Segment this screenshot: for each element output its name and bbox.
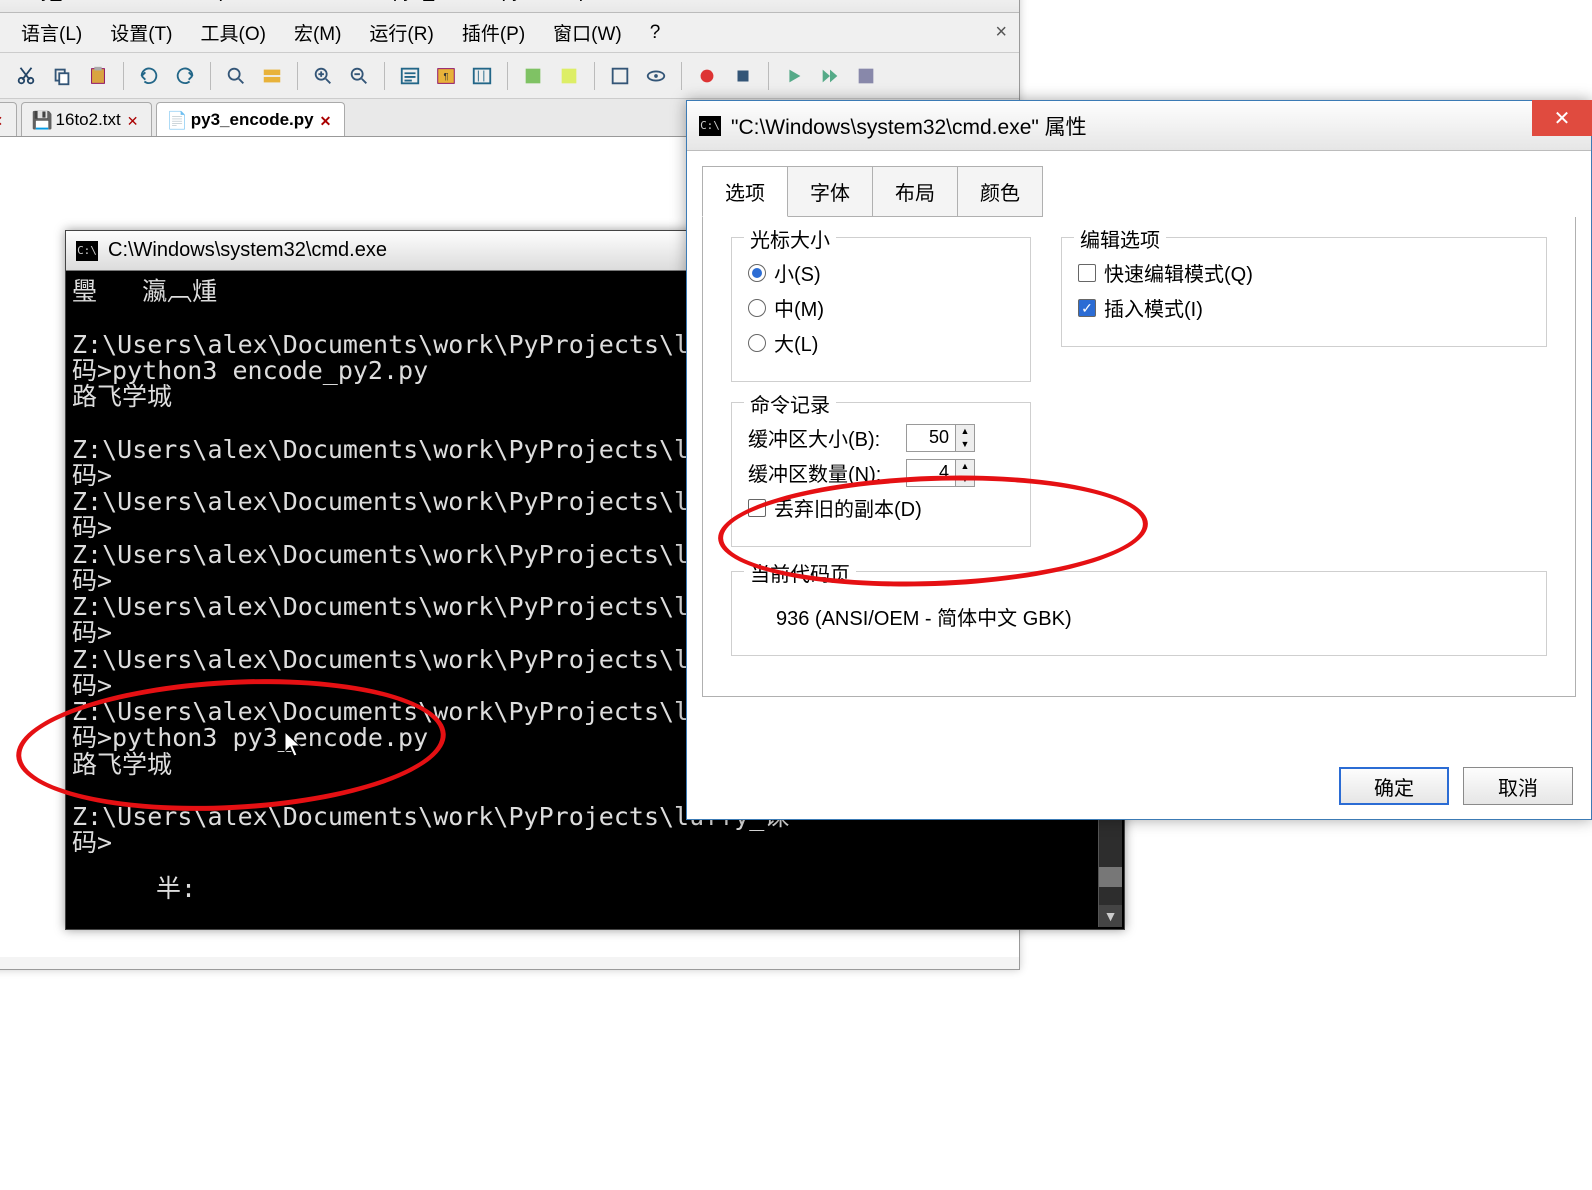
npp-toolbar: ¶ — [0, 53, 1019, 99]
toolbar-record-icon[interactable] — [692, 61, 722, 91]
tab-close-icon[interactable]: ✕ — [0, 113, 6, 127]
checkbox-icon — [1078, 299, 1096, 317]
toolbar-wrap-icon[interactable] — [395, 61, 425, 91]
toolbar-zoomout-icon[interactable] — [344, 61, 374, 91]
cancel-button[interactable]: 取消 — [1463, 767, 1573, 805]
radio-large[interactable]: 大(L) — [748, 328, 1014, 357]
scroll-thumb[interactable] — [1099, 867, 1122, 887]
menubar-close-icon[interactable]: × — [995, 21, 1007, 44]
file-icon: 📄 — [167, 111, 185, 129]
save-icon: 💾 — [32, 111, 50, 129]
spin-up-icon[interactable]: ▲ — [956, 460, 974, 473]
npp-menubar: 语言(L) 设置(T) 工具(O) 宏(M) 运行(R) 插件(P) 窗口(W)… — [0, 13, 1019, 53]
toolbar-stop-icon[interactable] — [728, 61, 758, 91]
menu-plugins[interactable]: 插件(P) — [462, 19, 525, 46]
group-title: 命令记录 — [744, 389, 836, 418]
menu-help[interactable]: ? — [650, 22, 661, 44]
radio-icon — [748, 334, 766, 352]
menu-tools[interactable]: 工具(O) — [201, 19, 266, 46]
svg-text:¶: ¶ — [444, 71, 449, 81]
toolbar-zoomin-icon[interactable] — [308, 61, 338, 91]
tab-label: py3_encode.py — [191, 110, 314, 130]
cmd-icon: C:\ — [76, 241, 98, 261]
radio-label: 大(L) — [774, 328, 818, 357]
tab-font[interactable]: 字体 — [787, 166, 873, 217]
radio-label: 中(M) — [774, 293, 824, 322]
radio-icon — [748, 264, 766, 282]
props-pane: 光标大小 小(S) 中(M) 大(L) 命令记录 — [702, 217, 1576, 697]
checkbox-icon — [1078, 264, 1096, 282]
menu-settings[interactable]: 设置(T) — [110, 19, 172, 46]
tab-colors[interactable]: 颜色 — [957, 166, 1043, 217]
toolbar-unfoldall-icon[interactable] — [641, 61, 671, 91]
tab-py3encode[interactable]: 📄 py3_encode.py ✕ — [156, 102, 345, 136]
toolbar-foldall-icon[interactable] — [605, 61, 635, 91]
toolbar-cut-icon[interactable] — [11, 61, 41, 91]
toolbar-playfast-icon[interactable] — [815, 61, 845, 91]
toolbar-redo-icon[interactable] — [170, 61, 200, 91]
spin-down-icon[interactable]: ▼ — [956, 438, 974, 451]
ok-button[interactable]: 确定 — [1339, 767, 1449, 805]
group-title: 光标大小 — [744, 224, 836, 253]
cmd-title-text: C:\Windows\system32\cmd.exe — [108, 239, 387, 262]
radio-label: 小(S) — [774, 258, 821, 287]
group-title: 编辑选项 — [1074, 224, 1166, 253]
menu-run[interactable]: 运行(R) — [369, 19, 433, 46]
cursor-size-group: 光标大小 小(S) 中(M) 大(L) — [731, 237, 1031, 382]
props-titlebar[interactable]: C:\ "C:\Windows\system32\cmd.exe" 属性 — [687, 101, 1591, 151]
spin-up-icon[interactable]: ▲ — [956, 425, 974, 438]
radio-medium[interactable]: 中(M) — [748, 293, 1014, 322]
tab-label: 16to2.txt — [56, 110, 121, 130]
tab-options[interactable]: 选项 — [702, 166, 788, 217]
checkbox-label: 插入模式(I) — [1104, 293, 1203, 322]
edit-options-group: 编辑选项 快速编辑模式(Q) 插入模式(I) — [1061, 237, 1547, 347]
tab-close-icon[interactable]: ✕ — [320, 113, 334, 127]
cmd-footer-text: 半: — [156, 869, 196, 905]
props-close-button[interactable]: ✕ — [1532, 100, 1592, 136]
tab-py2[interactable]: 📄 _py2.py ✕ — [0, 102, 17, 136]
tab-layout[interactable]: 布局 — [872, 166, 958, 217]
toolbar-indentguide-icon[interactable] — [467, 61, 497, 91]
menu-language[interactable]: 语言(L) — [21, 19, 82, 46]
toolbar-funclist-icon[interactable] — [518, 61, 548, 91]
toolbar-copy-icon[interactable] — [47, 61, 77, 91]
npp-titlebar: \luffy_课件\21天入门\chapter2-数据类型\编码\py3_enc… — [0, 0, 1019, 13]
toolbar-doclist-icon[interactable] — [554, 61, 584, 91]
props-title-text: "C:\Windows\system32\cmd.exe" 属性 — [731, 111, 1087, 141]
quick-edit-checkbox[interactable]: 快速编辑模式(Q) — [1078, 258, 1530, 287]
scroll-down-icon[interactable]: ▼ — [1099, 905, 1122, 927]
toolbar-replace-icon[interactable] — [257, 61, 287, 91]
radio-small[interactable]: 小(S) — [748, 258, 1014, 287]
buffer-size-label: 缓冲区大小(B): — [748, 423, 898, 452]
tab-16to2[interactable]: 💾 16to2.txt ✕ — [21, 102, 152, 136]
menu-window[interactable]: 窗口(W) — [553, 19, 622, 46]
buffer-size-input[interactable] — [907, 425, 955, 451]
checkbox-label: 快速编辑模式(Q) — [1104, 258, 1253, 287]
menu-macro[interactable]: 宏(M) — [294, 19, 341, 46]
toolbar-savemacro-icon[interactable] — [851, 61, 881, 91]
cmd-properties-dialog: C:\ "C:\Windows\system32\cmd.exe" 属性 ✕ 选… — [686, 100, 1592, 820]
radio-icon — [748, 299, 766, 317]
tab-close-icon[interactable]: ✕ — [127, 113, 141, 127]
insert-mode-checkbox[interactable]: 插入模式(I) — [1078, 293, 1530, 322]
codepage-value: 936 (ANSI/OEM - 简体中文 GBK) — [748, 602, 1530, 631]
toolbar-showall-icon[interactable]: ¶ — [431, 61, 461, 91]
props-tabbar: 选项 字体 布局 颜色 — [702, 166, 1591, 217]
toolbar-paste-icon[interactable] — [83, 61, 113, 91]
toolbar-play-icon[interactable] — [779, 61, 809, 91]
toolbar-undo-icon[interactable] — [134, 61, 164, 91]
toolbar-find-icon[interactable] — [221, 61, 251, 91]
cmd-icon: C:\ — [699, 116, 721, 136]
buffer-size-spinner[interactable]: ▲▼ — [906, 424, 975, 452]
